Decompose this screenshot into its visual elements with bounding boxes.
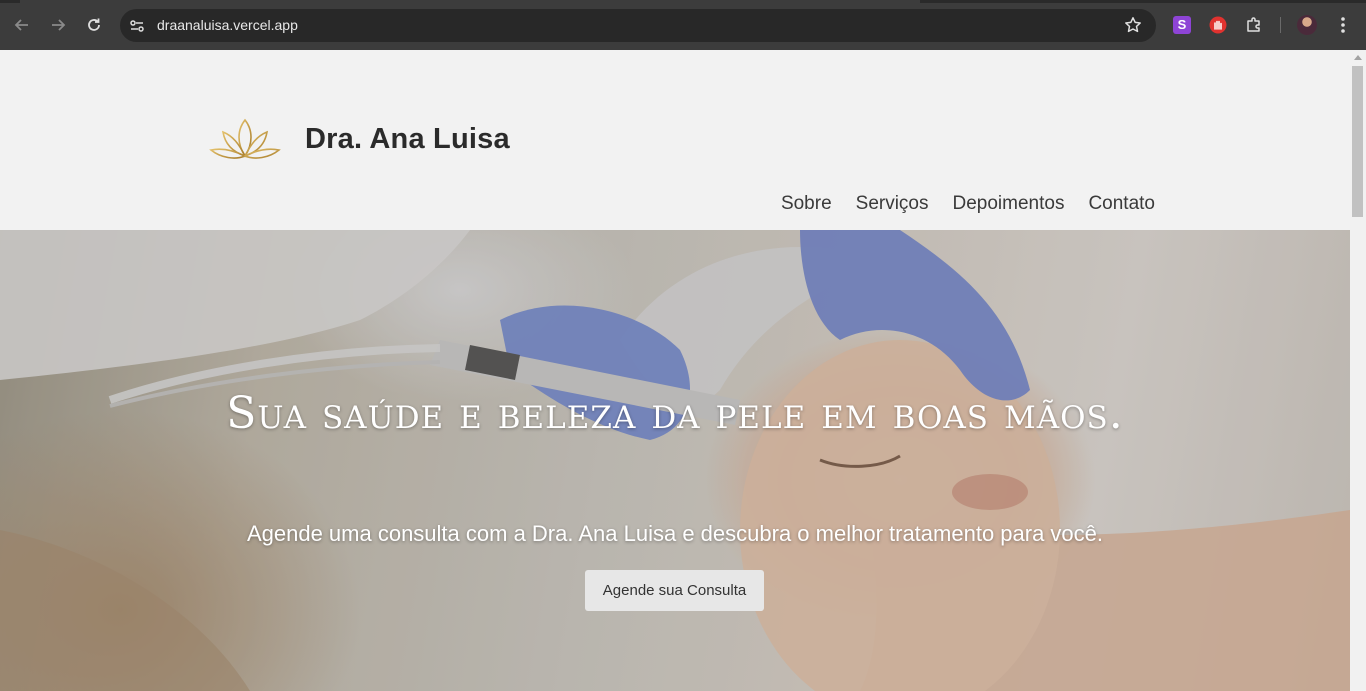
active-tab-edge: [20, 0, 920, 3]
toolbar-divider: [1280, 17, 1281, 33]
schedule-consultation-button[interactable]: Agende sua Consulta: [585, 570, 764, 611]
forward-arrow-icon[interactable]: [47, 14, 69, 36]
nav-sobre[interactable]: Sobre: [781, 193, 832, 215]
back-arrow-icon[interactable]: [11, 14, 33, 36]
brand-name[interactable]: Dra. Ana Luisa: [305, 123, 510, 156]
page: Dra. Ana Luisa Sobre Serviços Depoimento…: [0, 50, 1350, 691]
hero-overlay: [0, 230, 1350, 691]
tab-strip: [0, 0, 1366, 3]
reload-icon[interactable]: [83, 14, 105, 36]
hero-section: Sua saúde e beleza da pele em boas mãos.…: [0, 230, 1350, 691]
extension-s-icon[interactable]: S: [1173, 16, 1191, 34]
url-text[interactable]: draanaluisa.vercel.app: [157, 17, 298, 33]
nav-servicos[interactable]: Serviços: [856, 193, 929, 215]
extensions-puzzle-icon[interactable]: [1245, 16, 1263, 34]
hero-subtitle: Agende uma consulta com a Dra. Ana Luisa…: [246, 521, 1104, 546]
lotus-icon[interactable]: [209, 116, 281, 162]
hero-title: Sua saúde e beleza da pele em boas mãos.: [226, 388, 1124, 439]
nav-contato[interactable]: Contato: [1088, 193, 1155, 215]
site-settings-icon[interactable]: [128, 17, 146, 35]
extension-hand-icon[interactable]: [1209, 16, 1227, 34]
nav-depoimentos[interactable]: Depoimentos: [953, 193, 1065, 215]
menu-dots-icon[interactable]: [1336, 14, 1350, 36]
scrollbar-thumb[interactable]: [1352, 66, 1363, 217]
bookmark-star-icon[interactable]: [1124, 16, 1142, 34]
scroll-up-arrow-icon[interactable]: [1354, 55, 1362, 60]
address-bar[interactable]: draanaluisa.vercel.app: [120, 9, 1156, 42]
main-nav: Sobre Serviços Depoimentos Contato: [781, 193, 1155, 215]
profile-avatar[interactable]: [1297, 15, 1317, 35]
browser-toolbar: draanaluisa.vercel.app S: [0, 0, 1366, 50]
